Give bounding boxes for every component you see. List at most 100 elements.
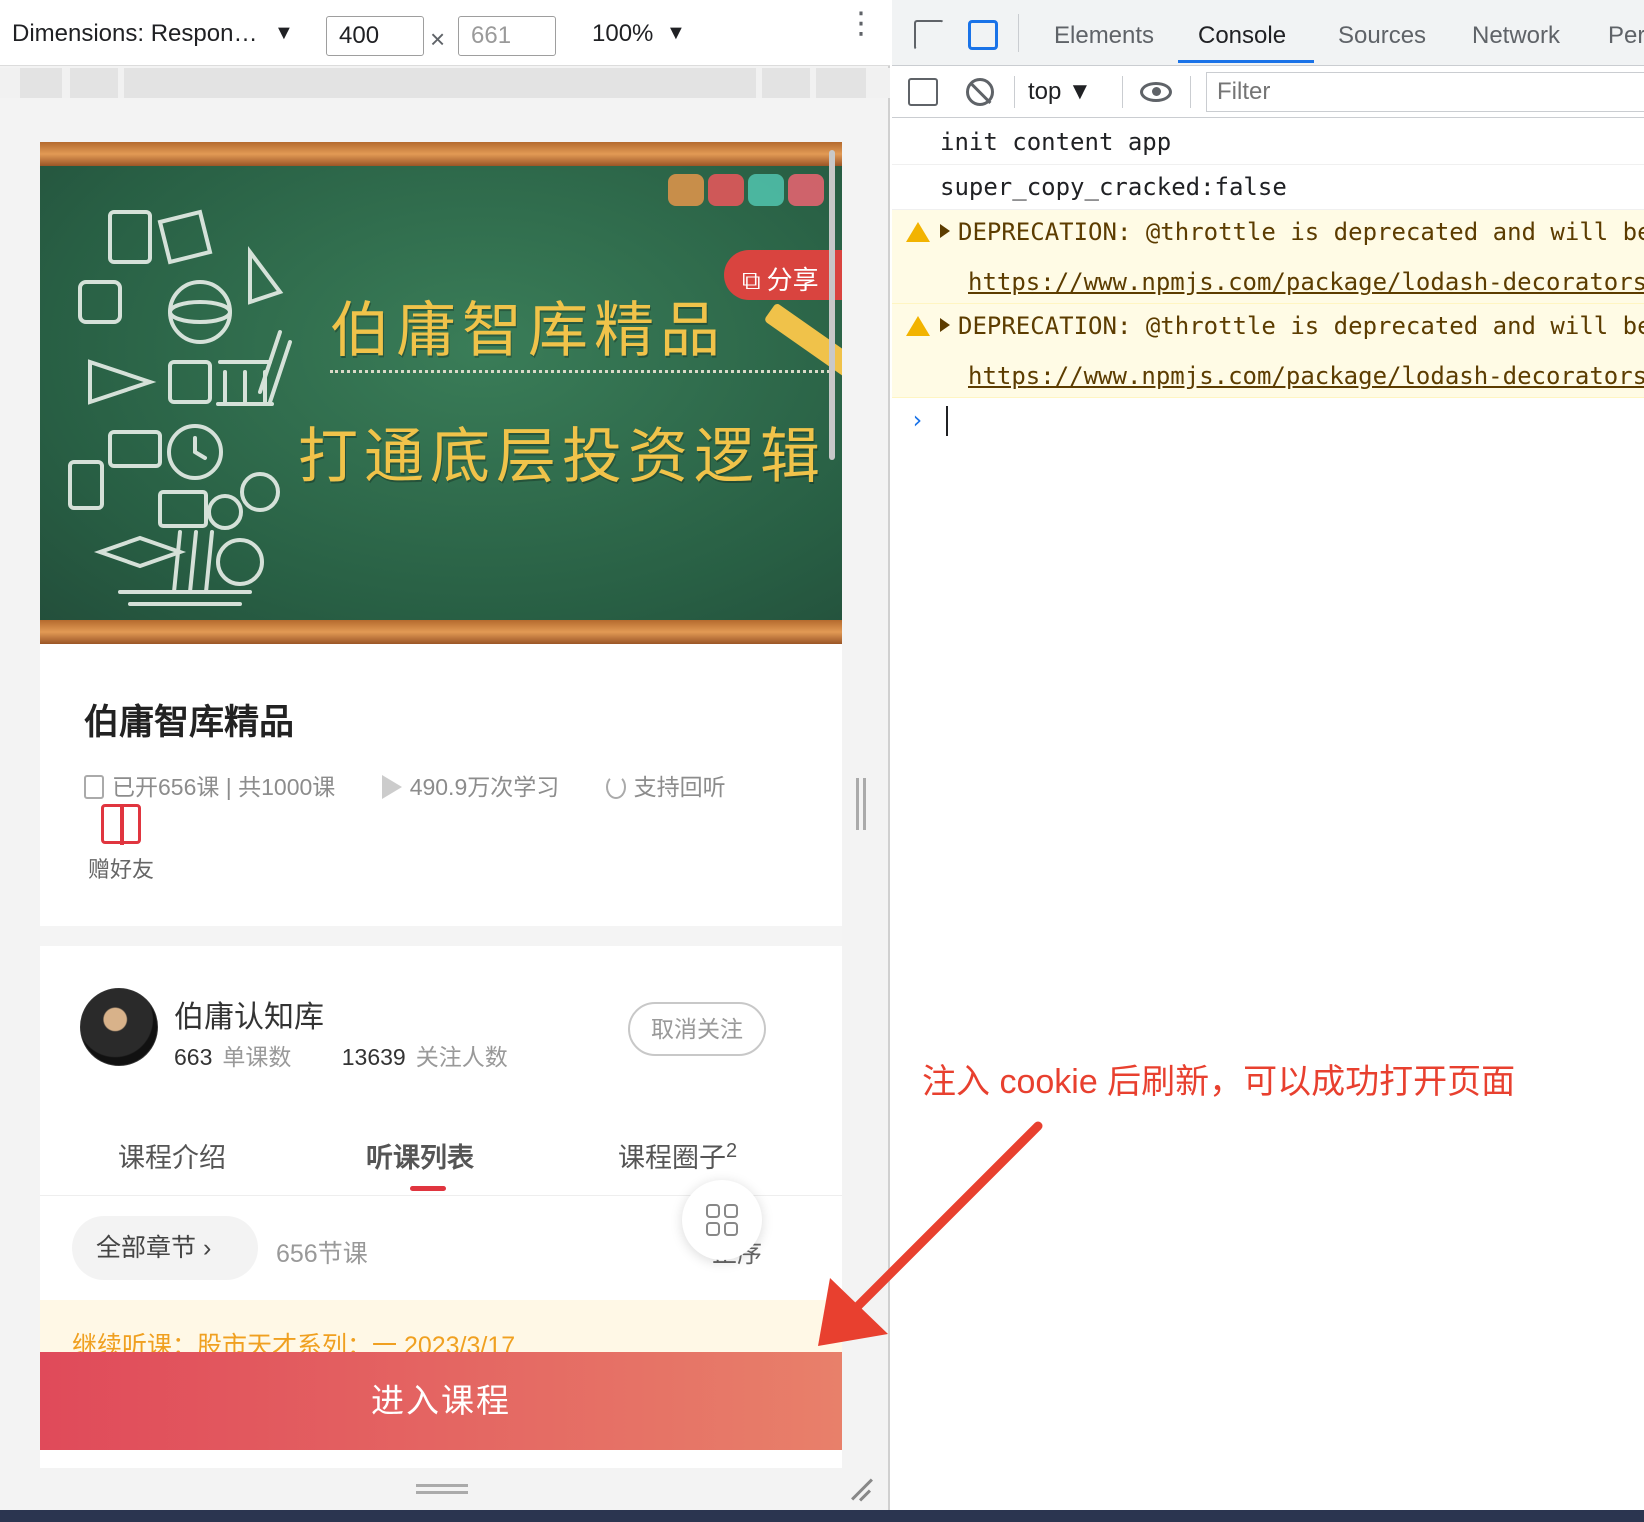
chevron-down-icon[interactable]: ▼ [666, 22, 686, 45]
lessons-info: 已开656课 | 共1000课 [84, 768, 335, 802]
badge-icon [788, 174, 824, 206]
tab-course-circle[interactable]: 课程圈子2 [618, 1136, 737, 1175]
all-chapters-button[interactable]: 全部章节 › [72, 1216, 258, 1280]
grid-icon [706, 1222, 720, 1236]
author-name[interactable]: 伯庸认知库 [174, 992, 324, 1036]
enter-course-button[interactable]: 进入课程 [40, 1352, 842, 1450]
eye-icon[interactable] [1140, 82, 1172, 102]
grid-menu-button[interactable] [682, 1180, 762, 1260]
prompt-chevron-icon: › [910, 406, 925, 434]
tab-network[interactable]: Network [1472, 22, 1560, 50]
warning-link[interactable]: https://www.npmjs.com/package/lodash-dec… [958, 362, 1644, 390]
author-card: 伯庸认知库 663 单课数 13639 关注人数 取消关注 课程介绍 听课列表 课程… [40, 946, 842, 1468]
chevron-right-icon: › [202, 1234, 212, 1262]
desktop-background [0, 1510, 1644, 1522]
ruler-segment[interactable] [70, 68, 118, 98]
all-chapters-label: 全部章节 [96, 1234, 197, 1262]
gift-icon [101, 804, 141, 845]
ruler-segment[interactable] [816, 68, 866, 98]
external-link-icon: ⧉ [742, 265, 761, 295]
unfollow-button[interactable]: 取消关注 [628, 1002, 766, 1056]
zoom-select[interactable]: 100% [592, 20, 653, 48]
lesson-count-value: 663 [174, 1044, 213, 1070]
device-toolbar: Dimensions: Respon… ▼ × 100% ▼ ⋮ [0, 0, 890, 66]
clear-console-icon[interactable] [966, 78, 994, 106]
tab-performance[interactable]: Per [1608, 22, 1644, 50]
expand-triangle-icon[interactable] [940, 318, 950, 332]
replay-info-text: 支持回听 [633, 774, 726, 800]
media-query-ruler[interactable] [0, 68, 890, 98]
follower-count-value: 13639 [341, 1044, 406, 1070]
tab-console[interactable]: Console [1198, 22, 1286, 50]
console-prompt[interactable]: › [892, 398, 1644, 438]
width-input[interactable] [326, 16, 424, 56]
lessons-info-text: 已开656课 | 共1000课 [112, 774, 336, 800]
chapter-filter-row: 全部章节 › 656节课 正序 [40, 1180, 842, 1298]
annotation-text: 注入 cookie 后刷新，可以成功打开页面 [922, 1063, 1516, 1101]
device-emulation-pane: Dimensions: Respon… ▼ × 100% ▼ ⋮ [0, 0, 890, 1510]
ruler-segment[interactable] [20, 68, 62, 98]
avatar[interactable] [80, 988, 158, 1066]
follower-count-label: 关注人数 [415, 1044, 508, 1070]
height-input[interactable] [458, 16, 556, 56]
scrollbar[interactable] [829, 150, 835, 460]
log-entry: super_copy_cracked:false [892, 165, 1644, 210]
tab-lesson-list-label: 听课列表 [366, 1143, 474, 1173]
ruler-segment[interactable] [762, 68, 810, 98]
warning-icon [906, 222, 930, 242]
banner-subheadline: 打通底层投资逻辑 [298, 422, 826, 492]
tab-course-circle-label: 课程圈子 [618, 1143, 726, 1173]
active-tab-indicator [410, 1186, 446, 1191]
lesson-count: 663 单课数 [174, 1038, 291, 1072]
text-cursor [946, 406, 948, 436]
filter-input[interactable] [1206, 72, 1644, 112]
tab-course-intro[interactable]: 课程介绍 [118, 1136, 226, 1175]
share-label: 分享 [766, 265, 819, 295]
divider [1018, 14, 1019, 52]
divider [1190, 76, 1191, 108]
tab-course-circle-count: 2 [726, 1140, 738, 1162]
replay-icon [605, 775, 626, 799]
more-options-icon[interactable]: ⋮ [846, 9, 876, 39]
expand-triangle-icon[interactable] [940, 224, 950, 238]
lesson-total: 656节课 [276, 1240, 368, 1268]
resize-handle-corner[interactable] [848, 1476, 874, 1502]
warning-entry[interactable]: DEPRECATION: @throttle is deprecated and… [892, 210, 1644, 304]
ruler-segment[interactable] [124, 68, 756, 98]
resize-handle-right[interactable] [856, 778, 866, 830]
inspect-element-icon[interactable] [914, 20, 944, 50]
log-entry: init content app [892, 120, 1644, 165]
grid-icon [724, 1222, 738, 1236]
context-label: top [1028, 78, 1062, 105]
chevron-down-icon[interactable]: ▼ [274, 22, 294, 45]
course-meta: 已开656课 | 共1000课 490.9万次学习 支持回听 [84, 768, 766, 802]
devtools-tabbar: Elements Console Sources Network Per [892, 0, 1644, 66]
follower-count: 13639 关注人数 [342, 1038, 508, 1072]
plays-info-text: 490.9万次学习 [409, 774, 560, 800]
badge-icon [708, 174, 744, 206]
gift-button[interactable]: 赠好友 [88, 804, 154, 884]
tab-elements[interactable]: Elements [1054, 22, 1154, 50]
device-toggle-icon[interactable] [968, 20, 998, 50]
course-banner: 伯庸智库精品 打通底层投资逻辑 ⧉ 分享 [40, 142, 842, 644]
warning-text: DEPRECATION: @throttle is deprecated and… [958, 218, 1644, 246]
sidebar-toggle-icon[interactable] [908, 78, 938, 106]
share-button[interactable]: ⧉ 分享 [724, 250, 842, 300]
banner-headline: 伯庸智库精品 [330, 296, 726, 366]
gift-label: 赠好友 [88, 857, 155, 882]
plays-info: 490.9万次学习 [381, 768, 560, 802]
replay-info: 支持回听 [605, 768, 726, 802]
warning-entry[interactable]: DEPRECATION: @throttle is deprecated and… [892, 304, 1644, 398]
grid-icon [724, 1204, 738, 1218]
tab-sources[interactable]: Sources [1338, 22, 1426, 50]
warning-link[interactable]: https://www.npmjs.com/package/lodash-dec… [958, 268, 1644, 296]
chevron-down-icon: ▼ [1068, 78, 1092, 105]
author-stats: 663 单课数 13639 关注人数 [174, 1038, 552, 1072]
dimensions-select[interactable]: Dimensions: Respon… [12, 20, 257, 48]
resize-handle-bottom[interactable] [416, 1484, 468, 1494]
tab-lesson-list[interactable]: 听课列表 [366, 1136, 474, 1191]
context-select[interactable]: top ▼ [1028, 78, 1092, 106]
divider [1122, 76, 1123, 108]
mobile-viewport: 伯庸智库精品 打通底层投资逻辑 ⧉ 分享 伯庸智库精品 已开656课 | 共100… [40, 142, 842, 1468]
warning-icon [906, 316, 930, 336]
